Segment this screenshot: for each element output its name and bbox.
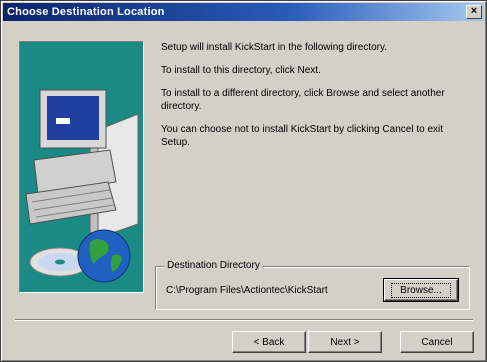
next-button[interactable]: Next > <box>308 331 382 353</box>
setup-dialog: Choose Destination Location × Setup will… <box>0 0 487 362</box>
instructions: Setup will install KickStart in the foll… <box>161 41 471 159</box>
group-label: Destination Directory <box>164 260 263 271</box>
back-button-label: < Back <box>253 336 285 348</box>
close-button[interactable]: × <box>466 5 482 19</box>
browse-button-label: Browse... <box>391 282 451 298</box>
back-button[interactable]: < Back <box>232 331 306 353</box>
next-instruction: To install to this directory, click Next… <box>161 65 321 76</box>
computer-icon <box>25 89 139 239</box>
cancel-button[interactable]: Cancel <box>400 331 474 353</box>
next-button-label: Next > <box>330 336 360 348</box>
destination-directory-group: Destination Directory C:\Program Files\A… <box>155 260 470 310</box>
setup-artwork <box>19 41 144 293</box>
title-bar[interactable]: Choose Destination Location × <box>3 3 484 21</box>
browse-instruction: To install to a different directory, cli… <box>161 88 445 112</box>
window-title: Choose Destination Location <box>7 6 165 18</box>
close-icon: × <box>470 5 478 17</box>
button-divider <box>15 319 473 321</box>
cancel-button-label: Cancel <box>421 336 453 348</box>
browse-button[interactable]: Browse... <box>383 278 459 302</box>
destination-path: C:\Program Files\Actiontec\KickStart <box>166 285 328 296</box>
intro-text: Setup will install KickStart in the foll… <box>161 42 388 53</box>
globe-icon <box>77 229 131 283</box>
cancel-instruction: You can choose not to install KickStart … <box>161 124 444 148</box>
